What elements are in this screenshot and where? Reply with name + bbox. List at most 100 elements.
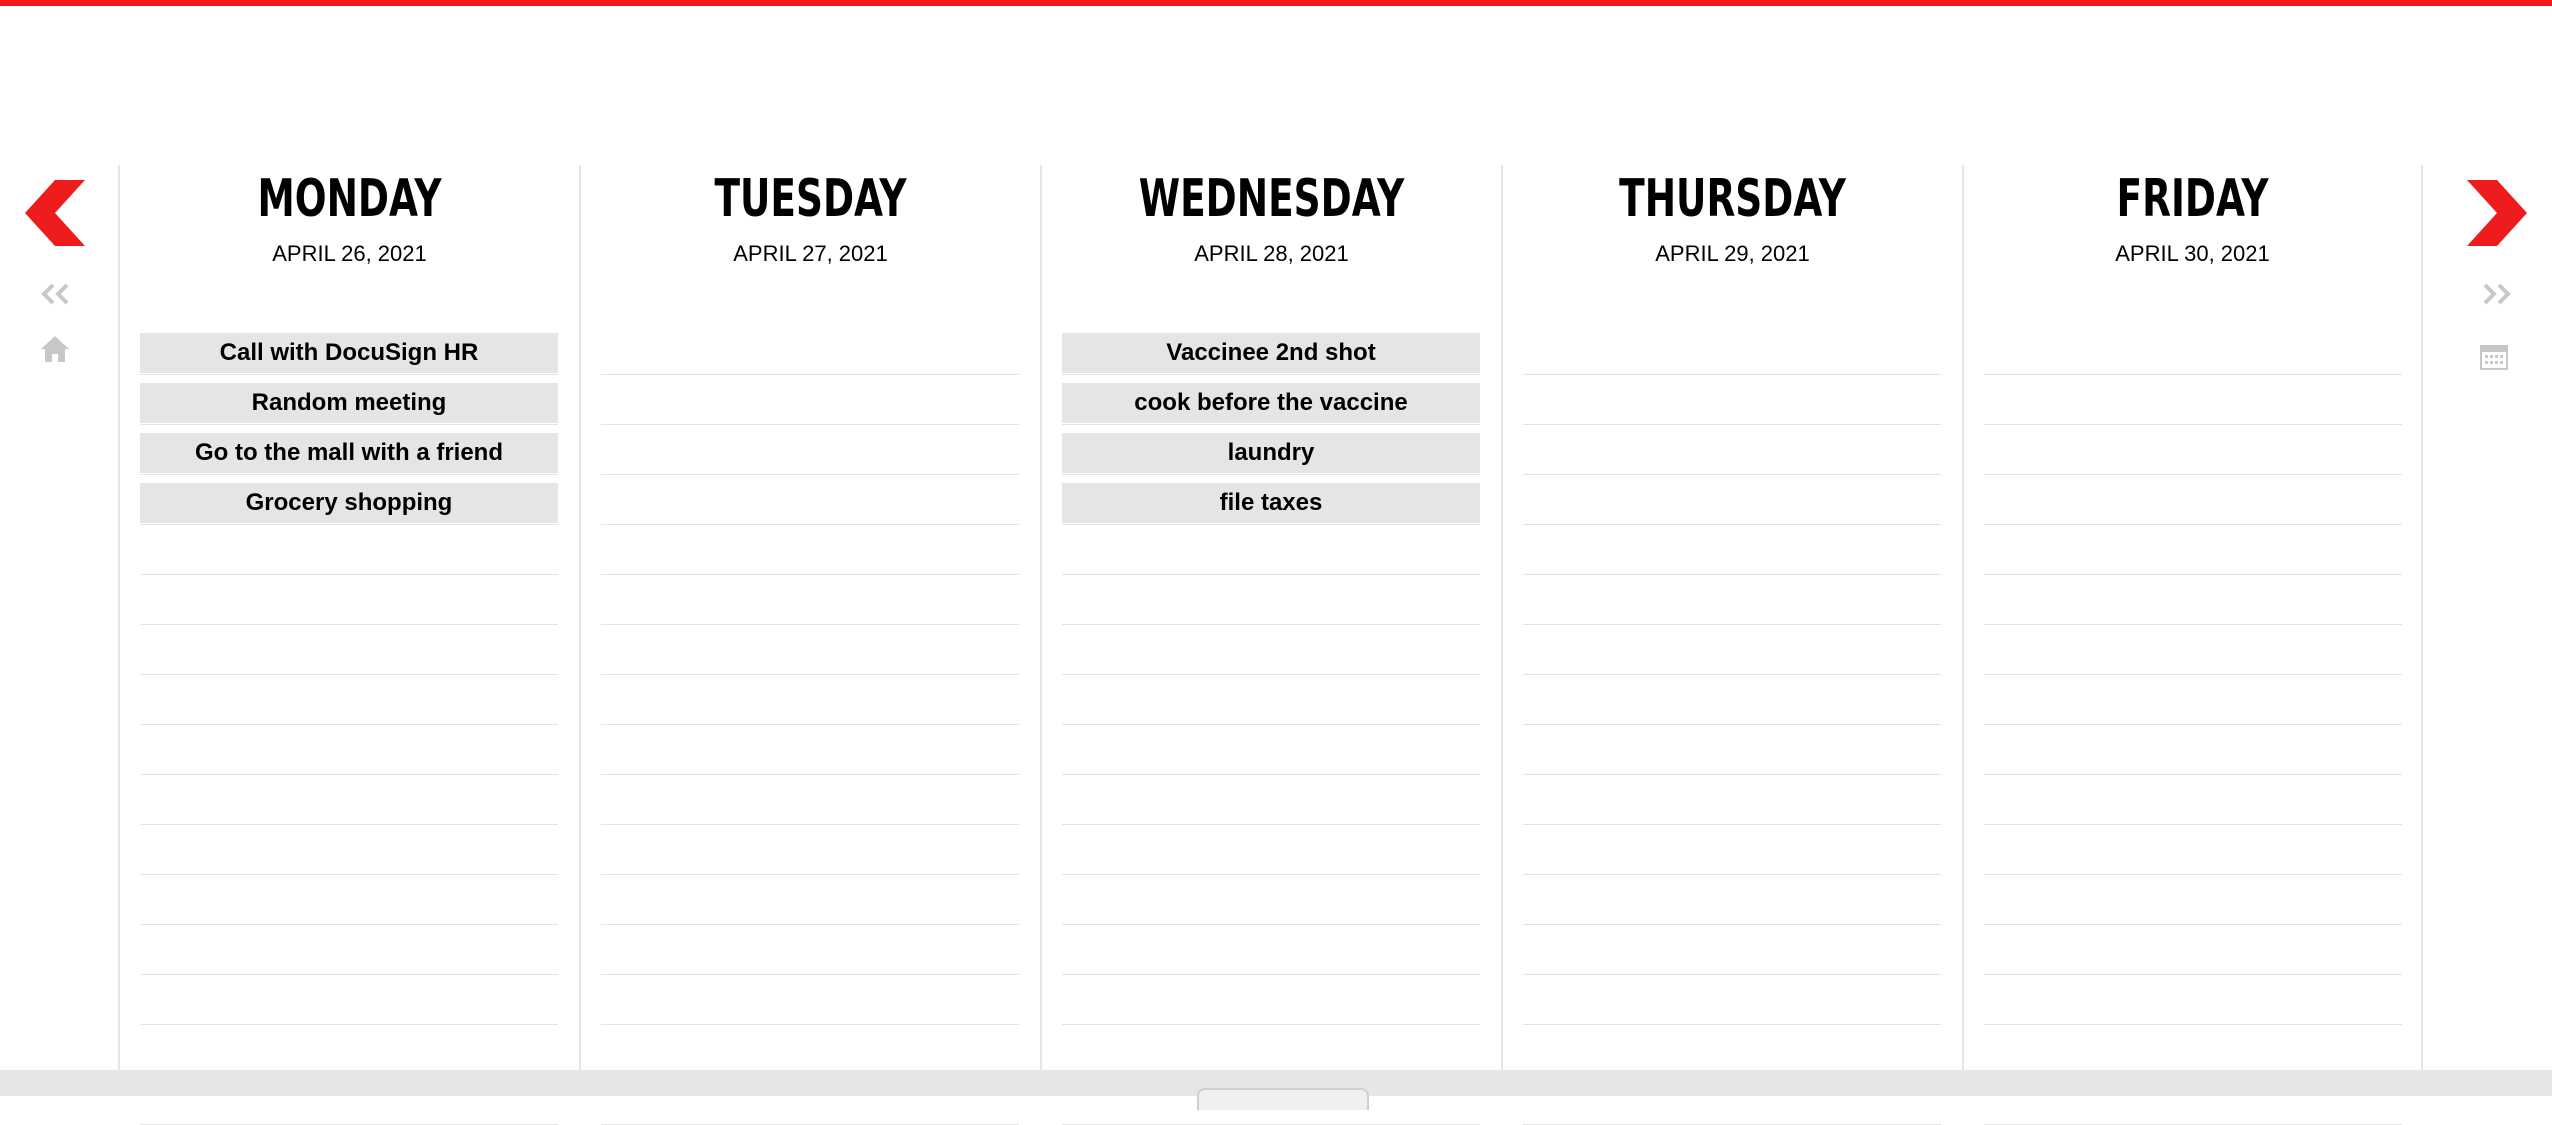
task-line[interactable] [1523, 525, 1941, 575]
task-line[interactable] [1062, 525, 1480, 575]
task-line[interactable]: laundry [1062, 425, 1480, 475]
day-name: WEDNESDAY [1138, 169, 1405, 229]
task-line[interactable] [1984, 875, 2402, 925]
task-line[interactable] [1523, 875, 1941, 925]
task-line[interactable] [601, 575, 1019, 625]
task-line[interactable] [601, 975, 1019, 1025]
task-line[interactable] [1523, 725, 1941, 775]
task-line[interactable] [1523, 925, 1941, 975]
task-line[interactable]: Go to the mall with a friend [140, 425, 558, 475]
task-line[interactable] [601, 925, 1019, 975]
task-line[interactable] [601, 525, 1019, 575]
task-line[interactable]: Vaccinee 2nd shot [1062, 325, 1480, 375]
task-line[interactable] [1062, 775, 1480, 825]
task-line[interactable]: Random meeting [140, 375, 558, 425]
day-name: THURSDAY [1619, 169, 1846, 229]
task-line[interactable] [1523, 675, 1941, 725]
task-line[interactable]: cook before the vaccine [1062, 375, 1480, 425]
task-line[interactable] [601, 375, 1019, 425]
chevron-right-icon [2467, 180, 2527, 246]
task-line[interactable] [601, 675, 1019, 725]
task-line[interactable] [601, 625, 1019, 675]
task-line[interactable] [140, 575, 558, 625]
task-line[interactable] [140, 1025, 558, 1075]
task-line[interactable] [601, 725, 1019, 775]
task-line[interactable] [1062, 875, 1480, 925]
task-line[interactable] [1523, 1025, 1941, 1075]
previous-week-button[interactable] [25, 180, 85, 246]
task-line[interactable] [140, 525, 558, 575]
task-item[interactable]: cook before the vaccine [1062, 383, 1480, 423]
task-line[interactable]: Call with DocuSign HR [140, 325, 558, 375]
task-line[interactable] [1062, 1025, 1480, 1075]
task-line[interactable] [1062, 575, 1480, 625]
task-line[interactable] [1523, 325, 1941, 375]
task-line[interactable] [1984, 425, 2402, 475]
task-line[interactable] [1984, 675, 2402, 725]
task-line[interactable] [1062, 725, 1480, 775]
task-line[interactable]: file taxes [1062, 475, 1480, 525]
task-line[interactable] [1984, 575, 2402, 625]
task-line[interactable] [140, 825, 558, 875]
day-column-thursday: THURSDAY APRIL 29, 2021 [1501, 165, 1962, 1125]
task-line[interactable] [140, 975, 558, 1025]
task-line[interactable] [1984, 475, 2402, 525]
task-line[interactable] [1984, 925, 2402, 975]
task-line[interactable] [1984, 725, 2402, 775]
task-line[interactable]: Grocery shopping [140, 475, 558, 525]
task-list: Call with DocuSign HR Random meeting Go to… [140, 325, 558, 1125]
task-line[interactable] [601, 875, 1019, 925]
task-line[interactable] [1984, 375, 2402, 425]
task-line[interactable] [140, 675, 558, 725]
task-line[interactable] [601, 475, 1019, 525]
task-line[interactable] [1523, 375, 1941, 425]
home-button[interactable] [40, 334, 70, 364]
task-line[interactable] [601, 775, 1019, 825]
task-item[interactable]: Random meeting [140, 383, 558, 423]
day-date: APRIL 26, 2021 [272, 241, 427, 266]
task-line[interactable] [1523, 775, 1941, 825]
task-line[interactable] [1984, 775, 2402, 825]
task-line[interactable] [1984, 325, 2402, 375]
task-line[interactable] [1523, 625, 1941, 675]
day-column-friday: FRIDAY APRIL 30, 2021 [1962, 165, 2423, 1125]
task-line[interactable] [140, 925, 558, 975]
task-line[interactable] [1062, 625, 1480, 675]
task-line[interactable] [601, 325, 1019, 375]
jump-back-button[interactable] [37, 282, 73, 306]
task-line[interactable] [1523, 575, 1941, 625]
task-line[interactable] [1984, 1025, 2402, 1075]
task-line[interactable] [601, 425, 1019, 475]
footer-tab[interactable] [1197, 1088, 1369, 1110]
task-line[interactable] [1984, 825, 2402, 875]
task-line[interactable] [1523, 975, 1941, 1025]
calendar-button[interactable] [2479, 342, 2509, 372]
task-line[interactable] [140, 725, 558, 775]
task-line[interactable] [1984, 525, 2402, 575]
task-line[interactable] [1062, 825, 1480, 875]
task-item[interactable]: Call with DocuSign HR [140, 333, 558, 373]
double-chevron-left-icon [41, 283, 69, 305]
task-line[interactable] [601, 825, 1019, 875]
task-line[interactable] [140, 625, 558, 675]
task-item[interactable]: Go to the mall with a friend [140, 433, 558, 473]
task-line[interactable] [1523, 475, 1941, 525]
jump-forward-button[interactable] [2479, 282, 2515, 306]
task-line[interactable] [140, 775, 558, 825]
task-line[interactable] [601, 1025, 1019, 1075]
task-line[interactable] [1523, 825, 1941, 875]
task-line[interactable] [1062, 975, 1480, 1025]
task-item[interactable]: Vaccinee 2nd shot [1062, 333, 1480, 373]
task-line[interactable] [140, 875, 558, 925]
task-line[interactable] [1062, 925, 1480, 975]
task-line[interactable] [1523, 425, 1941, 475]
task-line[interactable] [1984, 625, 2402, 675]
task-line[interactable] [1062, 675, 1480, 725]
day-date: APRIL 28, 2021 [1194, 241, 1349, 266]
task-line[interactable] [1984, 975, 2402, 1025]
next-week-button[interactable] [2467, 180, 2527, 246]
day-column-monday: MONDAY APRIL 26, 2021 Call with DocuSign H… [118, 165, 579, 1125]
task-item[interactable]: Grocery shopping [140, 483, 558, 523]
task-item[interactable]: laundry [1062, 433, 1480, 473]
task-item[interactable]: file taxes [1062, 483, 1480, 523]
